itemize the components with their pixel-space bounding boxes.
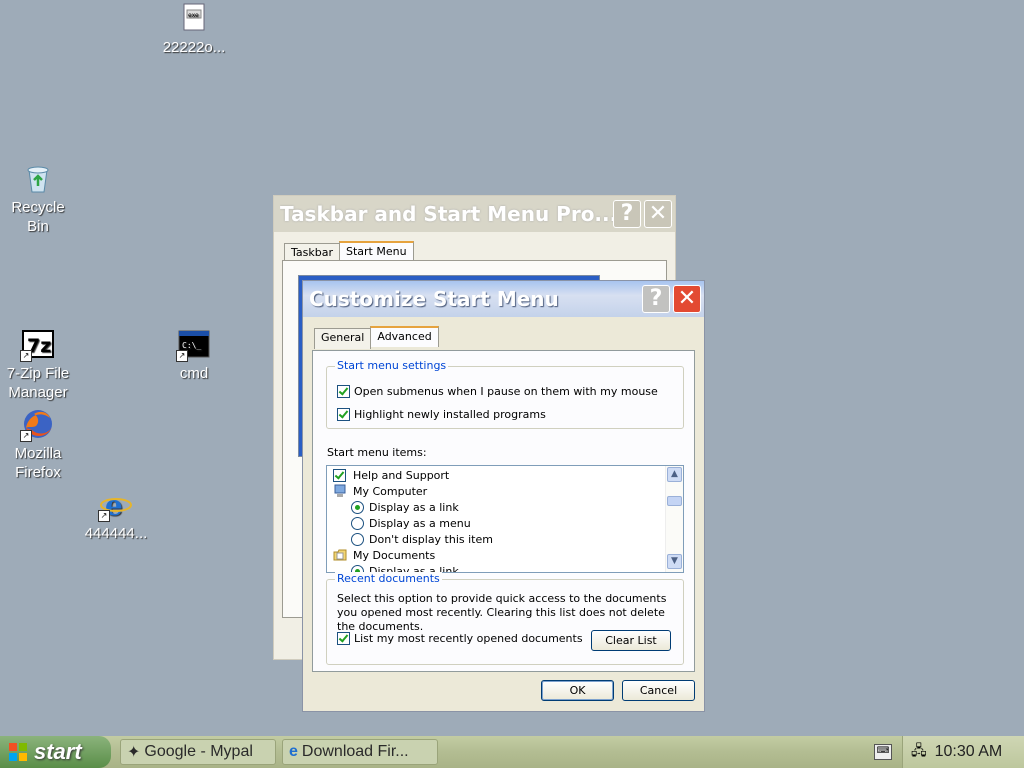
cancel-button[interactable]: Cancel — [622, 680, 695, 701]
desktop-icon-label: 7-Zip File Manager — [6, 365, 70, 401]
shortcut-arrow-icon: ↗ — [176, 350, 188, 362]
7zip-icon: 7z ↗ — [20, 328, 54, 362]
clear-list-button[interactable]: Clear List — [591, 630, 671, 651]
list-recent-documents-option[interactable]: List my most recently opened documents — [337, 632, 583, 645]
checkbox[interactable] — [337, 632, 350, 645]
item-label: Help and Support — [353, 468, 450, 482]
task-label: Download Fir... — [301, 743, 409, 760]
vertical-scrollbar[interactable]: ▲ ▼ — [665, 466, 683, 572]
taskbar-task-download[interactable]: e Download Fir... — [282, 739, 438, 765]
cmd-icon: C:\_ ↗ — [176, 328, 210, 362]
close-button[interactable]: ✕ — [644, 200, 672, 228]
radio-button[interactable] — [351, 516, 364, 530]
ok-button[interactable]: OK — [541, 680, 614, 701]
item-label: My Documents — [353, 548, 436, 562]
task-label: Google - Mypal — [144, 743, 253, 760]
svg-text:exe: exe — [188, 12, 199, 19]
highlight-new-programs-option[interactable]: Highlight newly installed programs — [337, 408, 546, 421]
option-label: Highlight newly installed programs — [354, 408, 546, 421]
checkbox[interactable] — [337, 408, 350, 421]
keyboard-icon[interactable]: ⌨ — [874, 744, 892, 760]
desktop-icon-label: Recycle Bin — [11, 199, 65, 235]
radio-button[interactable] — [351, 500, 364, 514]
customize-start-menu-dialog[interactable]: Customize Start Menu ? ✕ General Advance… — [302, 280, 705, 712]
open-submenus-option[interactable]: Open submenus when I pause on them with … — [337, 385, 658, 398]
list-item[interactable]: Don't display this item — [351, 531, 493, 547]
taskbar: start ✦ Google - Mypal e Download Fir...… — [0, 736, 1024, 768]
desktop-icon-ie[interactable]: e ↗ 444444... — [73, 488, 159, 543]
window-titlebar[interactable]: Taskbar and Start Menu Pro... ? ✕ — [274, 196, 675, 232]
desktop-icon-recycle-bin[interactable]: Recycle Bin — [0, 162, 81, 236]
item-label: Display as a menu — [369, 516, 471, 530]
shortcut-arrow-icon: ↗ — [20, 350, 32, 362]
start-label: start — [34, 739, 82, 764]
desktop-icon-label: Mozilla Firefox — [14, 445, 62, 481]
start-menu-items-label: Start menu items: — [327, 446, 427, 459]
clock[interactable]: 10:30 AM — [935, 743, 1003, 761]
item-label: My Computer — [353, 484, 428, 498]
checkbox[interactable] — [337, 385, 350, 398]
tab-general[interactable]: General — [314, 328, 372, 349]
dialog-titlebar[interactable]: Customize Start Menu ? ✕ — [303, 281, 704, 317]
list-item[interactable]: Display as a menu — [351, 515, 471, 531]
dialog-title: Customize Start Menu — [309, 287, 559, 311]
radio-button[interactable] — [351, 532, 364, 546]
help-button[interactable]: ? — [613, 200, 641, 228]
list-item[interactable]: Help and Support — [333, 467, 449, 483]
shortcut-arrow-icon: ↗ — [20, 430, 32, 442]
close-button[interactable]: ✕ — [673, 285, 701, 313]
internet-explorer-icon: e ↗ — [98, 488, 132, 522]
scroll-down-icon[interactable]: ▼ — [667, 554, 682, 569]
group-legend: Recent documents — [335, 572, 442, 585]
tab-advanced[interactable]: Advanced — [370, 326, 439, 347]
network-icon[interactable]: 🖧 — [911, 740, 927, 764]
tab-start-menu[interactable]: Start Menu — [339, 241, 414, 262]
start-menu-items-list[interactable]: Help and Support My Computer Display as … — [326, 465, 684, 573]
item-label: Don't display this item — [369, 532, 493, 546]
option-label: Open submenus when I pause on them with … — [354, 385, 658, 398]
desktop-icon-label: 444444... — [84, 525, 148, 542]
windows-logo-icon — [8, 742, 28, 762]
start-button[interactable]: start — [0, 736, 111, 768]
desktop-icon-label: cmd — [179, 365, 209, 382]
desktop-icon-label: 22222o... — [162, 39, 226, 56]
option-label: List my most recently opened documents — [354, 632, 583, 645]
desktop-icon-firefox[interactable]: ↗ Mozilla Firefox — [0, 408, 81, 482]
checkbox[interactable] — [333, 468, 346, 482]
recent-documents-description: Select this option to provide quick acce… — [337, 592, 667, 633]
desktop-icon-cmd[interactable]: C:\_ ↗ cmd — [151, 328, 237, 383]
recycle-bin-icon — [22, 162, 54, 194]
firefox-icon: ↗ — [20, 408, 54, 442]
mypal-icon: ✦ — [127, 744, 141, 761]
help-button[interactable]: ? — [642, 285, 670, 313]
document-icon: exe — [178, 2, 210, 34]
item-label: Display as a link — [369, 500, 459, 514]
advanced-tab-panel: Start menu settings Open submenus when I… — [312, 350, 695, 672]
list-item[interactable]: My Documents — [333, 547, 435, 563]
shortcut-arrow-icon: ↗ — [98, 510, 110, 522]
list-item[interactable]: Display as a link — [351, 499, 459, 515]
desktop-icon-7zip[interactable]: 7z ↗ 7-Zip File Manager — [0, 328, 81, 402]
my-documents-icon — [333, 548, 347, 562]
group-legend: Start menu settings — [335, 359, 449, 372]
svg-text:C:\_: C:\_ — [182, 341, 201, 350]
scroll-thumb[interactable] — [667, 496, 682, 506]
taskbar-task-mypal[interactable]: ✦ Google - Mypal — [120, 739, 276, 765]
desktop-icon-file[interactable]: exe 22222o... — [151, 2, 237, 57]
recent-documents-group: Recent documents Select this option to p… — [326, 572, 684, 665]
start-menu-settings-group: Start menu settings Open submenus when I… — [326, 359, 684, 429]
system-tray: 🖧 10:30 AM — [902, 736, 1024, 768]
my-computer-icon — [333, 484, 347, 498]
scroll-up-icon[interactable]: ▲ — [667, 467, 682, 482]
window-title: Taskbar and Start Menu Pro... — [280, 202, 613, 226]
list-item[interactable]: My Computer — [333, 483, 427, 499]
internet-explorer-icon: e — [289, 743, 298, 760]
